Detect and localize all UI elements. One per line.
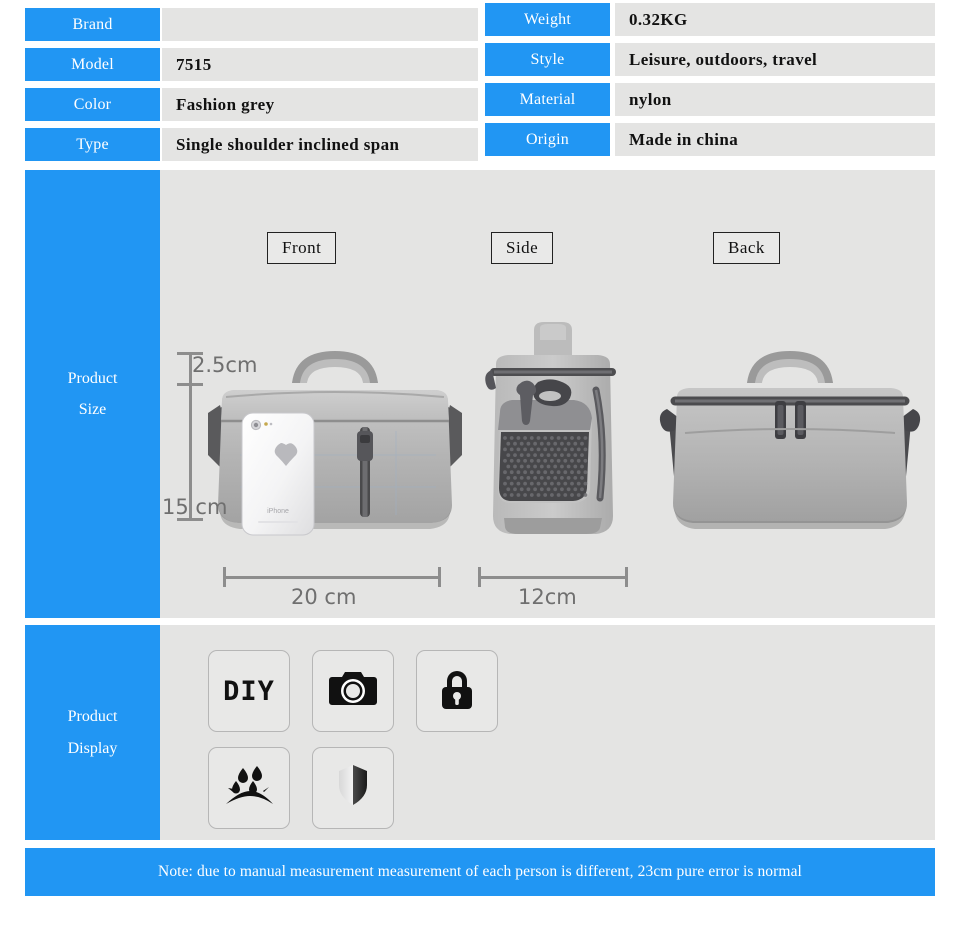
camera-icon [327,669,379,714]
product-size-body: Front Side Back iPhone 2.5cm 15 cm 20 cm… [160,170,935,618]
spec-value-type: Single shoulder inclined span [162,128,478,161]
spec-cell-type: Type Single shoulder inclined span [25,128,478,161]
spec-table: Brand Weight 0.32KG Model 7515 Style Lei… [25,3,935,168]
dim-tick-w-left [223,567,226,587]
spec-value-weight: 0.32KG [615,3,935,36]
feature-tile-water-repellent [208,747,290,829]
product-display-label-line1: Product [67,708,118,726]
view-tag-back: Back [713,232,780,264]
spec-label-type: Type [25,128,160,161]
spec-cell-origin: Origin Made in china [485,123,935,156]
spec-value-style: Leisure, outdoors, travel [615,43,935,76]
dim-tick-d-left [478,567,481,587]
product-size-label-line1: Product [67,369,118,387]
view-tag-front: Front [267,232,337,264]
dim-line-depth-side [478,576,628,579]
bag-side-view [478,320,628,550]
table-row: Model 7515 Style Leisure, outdoors, trav… [25,43,935,81]
water-repellent-icon [223,764,275,813]
padlock-icon [437,666,477,717]
spec-label-origin: Origin [485,123,610,156]
table-row: Color Fashion grey Material nylon [25,83,935,121]
spec-label-brand: Brand [25,8,160,41]
shield-icon [335,763,371,814]
feature-tile-camera [312,650,394,732]
dim-label-height-body: 15 cm [162,495,228,519]
spec-label-style: Style [485,43,610,76]
feature-tile-protection [312,747,394,829]
dim-label-width-front: 20 cm [291,585,357,609]
product-display-body: DIY [160,625,935,840]
diy-text-icon: DIY [223,675,275,707]
spec-cell-brand: Brand [25,8,478,41]
spec-label-model: Model [25,48,160,81]
dim-tick-d-right [625,567,628,587]
feature-tile-lock [416,650,498,732]
spec-value-material: nylon [615,83,935,116]
spec-value-model: 7515 [162,48,478,81]
dim-label-height-top: 2.5cm [192,353,258,377]
spec-cell-model: Model 7515 [25,48,478,81]
spec-label-weight: Weight [485,3,610,36]
product-display-section: Product Display DIY [25,625,935,840]
product-size-label-line2: Size [78,401,107,418]
dim-tick-w-right [438,567,441,587]
spec-cell-material: Material nylon [485,83,935,116]
feature-tile-diy: DIY [208,650,290,732]
table-row: Type Single shoulder inclined span Origi… [25,123,935,161]
product-size-section: Product Size Front Side Back iPhone 2.5c… [25,170,935,618]
svg-text:iPhone: iPhone [267,508,289,515]
table-row: Brand Weight 0.32KG [25,3,935,41]
product-display-label: Product Display [25,625,160,840]
spec-label-material: Material [485,83,610,116]
product-spec-page: Brand Weight 0.32KG Model 7515 Style Lei… [0,0,960,926]
spec-label-color: Color [25,88,160,121]
measurement-note: Note: due to manual measurement measurem… [25,848,935,896]
view-tag-side: Side [491,232,554,264]
dim-line-width-front [223,576,441,579]
spec-cell-color: Color Fashion grey [25,88,478,121]
bag-back-view [655,335,925,550]
product-size-label: Product Size [25,170,160,618]
spec-value-color: Fashion grey [162,88,478,121]
spec-cell-style: Style Leisure, outdoors, travel [485,43,935,76]
product-display-label-line2: Display [67,739,118,757]
dim-label-depth-side: 12cm [518,585,577,609]
spec-value-origin: Made in china [615,123,935,156]
spec-cell-weight: Weight 0.32KG [485,3,935,36]
spec-value-brand [162,8,478,41]
